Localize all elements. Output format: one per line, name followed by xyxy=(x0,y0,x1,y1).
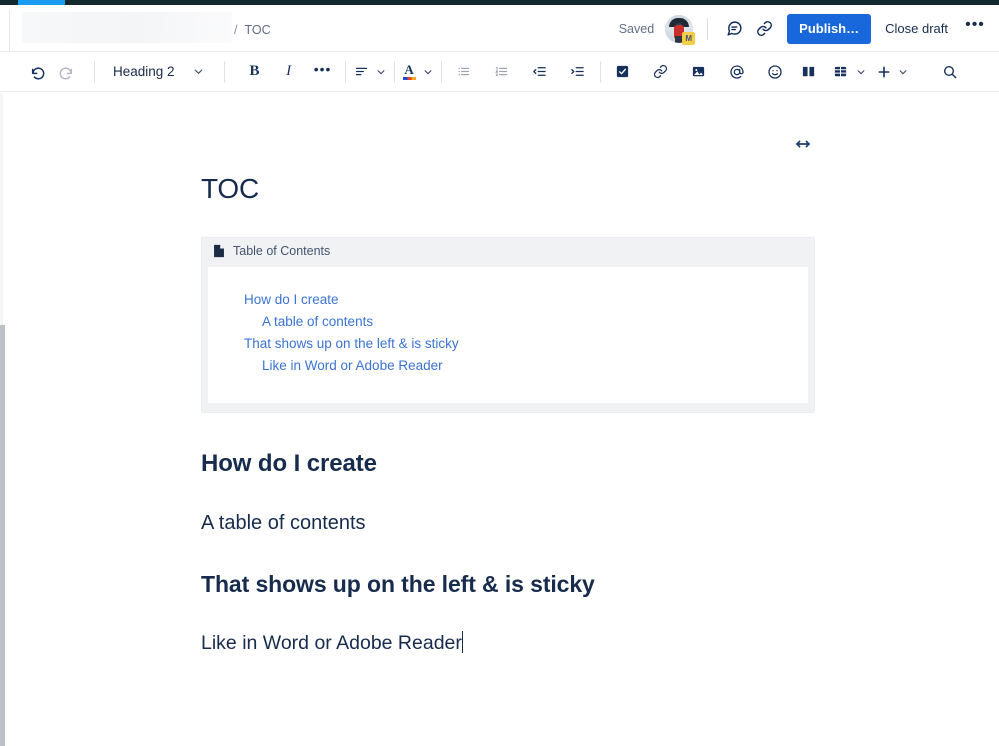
mention-button[interactable] xyxy=(723,58,751,86)
heading-like-in-word-or-adobe-reader[interactable]: Like in Word or Adobe Reader xyxy=(201,632,462,655)
heading-like-in-word-or-adobe-reader-row: Like in Word or Adobe Reader xyxy=(201,599,841,655)
breadcrumb-separator: / xyxy=(234,23,238,37)
image-icon xyxy=(692,66,705,77)
editor-header: / TOC Saved M Publish… Close draft ••• xyxy=(0,5,999,52)
breadcrumb-item-toc[interactable]: TOC xyxy=(244,23,270,37)
more-formatting-button[interactable]: ••• xyxy=(309,58,337,86)
heading-a-table-of-contents[interactable]: A table of contents xyxy=(201,511,841,535)
document-title[interactable]: TOC xyxy=(201,173,841,205)
emoji-icon xyxy=(767,64,782,79)
outdent-icon xyxy=(533,67,546,76)
chevron-down-icon xyxy=(377,69,385,74)
publish-button[interactable]: Publish… xyxy=(787,13,872,44)
header-more-options-button[interactable]: ••• xyxy=(961,14,989,44)
text-align-button[interactable] xyxy=(354,58,386,86)
text-color-swatch xyxy=(402,77,416,80)
text-align-icon xyxy=(355,67,367,76)
numbered-list-icon xyxy=(495,66,508,76)
document-body[interactable]: TOC Table of Contents How do I create A … xyxy=(201,93,841,655)
page-icon xyxy=(214,245,224,258)
editor-toolbar: Heading 2 B I ••• A xyxy=(0,52,999,92)
insert-link-button[interactable] xyxy=(647,58,675,86)
toc-entry[interactable]: A table of contents xyxy=(208,311,808,333)
text-color-label: A xyxy=(404,62,414,77)
avatar[interactable]: M xyxy=(665,14,696,45)
save-status-label: Saved xyxy=(618,21,655,36)
link-icon xyxy=(654,64,668,79)
header-actions: Saved M Publish… Close draft ••• xyxy=(619,5,989,52)
close-draft-button[interactable]: Close draft xyxy=(875,14,958,44)
table-icon xyxy=(834,66,846,77)
text-color-button[interactable]: A xyxy=(402,58,433,86)
text-caret xyxy=(461,630,463,653)
indent-button[interactable] xyxy=(564,58,592,86)
toolbar-divider xyxy=(440,60,442,83)
insert-table-button[interactable] xyxy=(833,58,866,86)
italic-button[interactable]: I xyxy=(275,58,303,86)
find-replace-button[interactable] xyxy=(936,58,964,86)
plus-icon xyxy=(878,66,890,77)
undo-button[interactable] xyxy=(24,58,52,86)
toolbar-divider xyxy=(599,60,601,83)
toolbar-divider xyxy=(94,60,95,83)
toc-macro-body[interactable]: How do I create A table of contents That… xyxy=(207,266,809,405)
emoji-button[interactable] xyxy=(761,58,789,86)
layout-button[interactable] xyxy=(795,58,823,86)
numbered-list-button[interactable] xyxy=(488,58,516,86)
editor-canvas[interactable]: TOC Table of Contents How do I create A … xyxy=(0,93,999,746)
bullet-list-button[interactable] xyxy=(450,58,478,86)
chevron-down-icon xyxy=(424,69,432,74)
chevron-down-icon xyxy=(899,69,907,74)
more-formatting-label: ••• xyxy=(313,60,332,77)
comment-icon[interactable] xyxy=(719,14,749,44)
toc-macro-header: Table of Contents xyxy=(202,238,814,264)
redo-button[interactable] xyxy=(52,58,80,86)
layout-columns-icon xyxy=(802,66,815,77)
page-title-input[interactable] xyxy=(22,12,232,43)
heading-how-do-i-create[interactable]: How do I create xyxy=(201,450,841,479)
avatar-badge: M xyxy=(682,31,696,45)
text-style-label: Heading 2 xyxy=(113,64,175,79)
toolbar-divider xyxy=(344,60,346,83)
task-checkbox-icon xyxy=(616,65,629,78)
sidebar-resize-handle[interactable] xyxy=(0,325,5,746)
toolbar-divider xyxy=(223,60,225,83)
heading-that-shows-up-on-the-left[interactable]: That shows up on the left & is sticky xyxy=(201,571,841,599)
chevron-down-icon xyxy=(194,69,202,74)
header-divider xyxy=(707,17,709,40)
task-checkbox-button[interactable] xyxy=(609,58,637,86)
toolbar-divider xyxy=(393,60,395,83)
outdent-button[interactable] xyxy=(526,58,554,86)
text-style-select[interactable]: Heading 2 xyxy=(103,58,212,86)
chevron-down-icon xyxy=(857,69,865,74)
insert-element-button[interactable] xyxy=(876,58,908,86)
search-icon xyxy=(943,65,956,78)
indent-icon xyxy=(571,67,584,76)
bullet-list-icon xyxy=(458,67,470,76)
bold-button[interactable]: B xyxy=(241,58,269,86)
mention-icon xyxy=(729,64,744,79)
insert-image-button[interactable] xyxy=(685,58,713,86)
toc-entry[interactable]: How do I create xyxy=(208,289,808,311)
toc-entry[interactable]: That shows up on the left & is sticky xyxy=(208,333,808,355)
breadcrumb: / TOC xyxy=(234,23,271,37)
italic-label: I xyxy=(286,63,292,79)
toc-entry[interactable]: Like in Word or Adobe Reader xyxy=(208,355,808,377)
table-of-contents-macro[interactable]: Table of Contents How do I create A tabl… xyxy=(201,237,815,414)
toc-macro-title: Table of Contents xyxy=(233,244,331,259)
header-left-divider xyxy=(9,10,10,52)
link-icon[interactable] xyxy=(749,14,779,44)
bold-label: B xyxy=(249,63,260,79)
